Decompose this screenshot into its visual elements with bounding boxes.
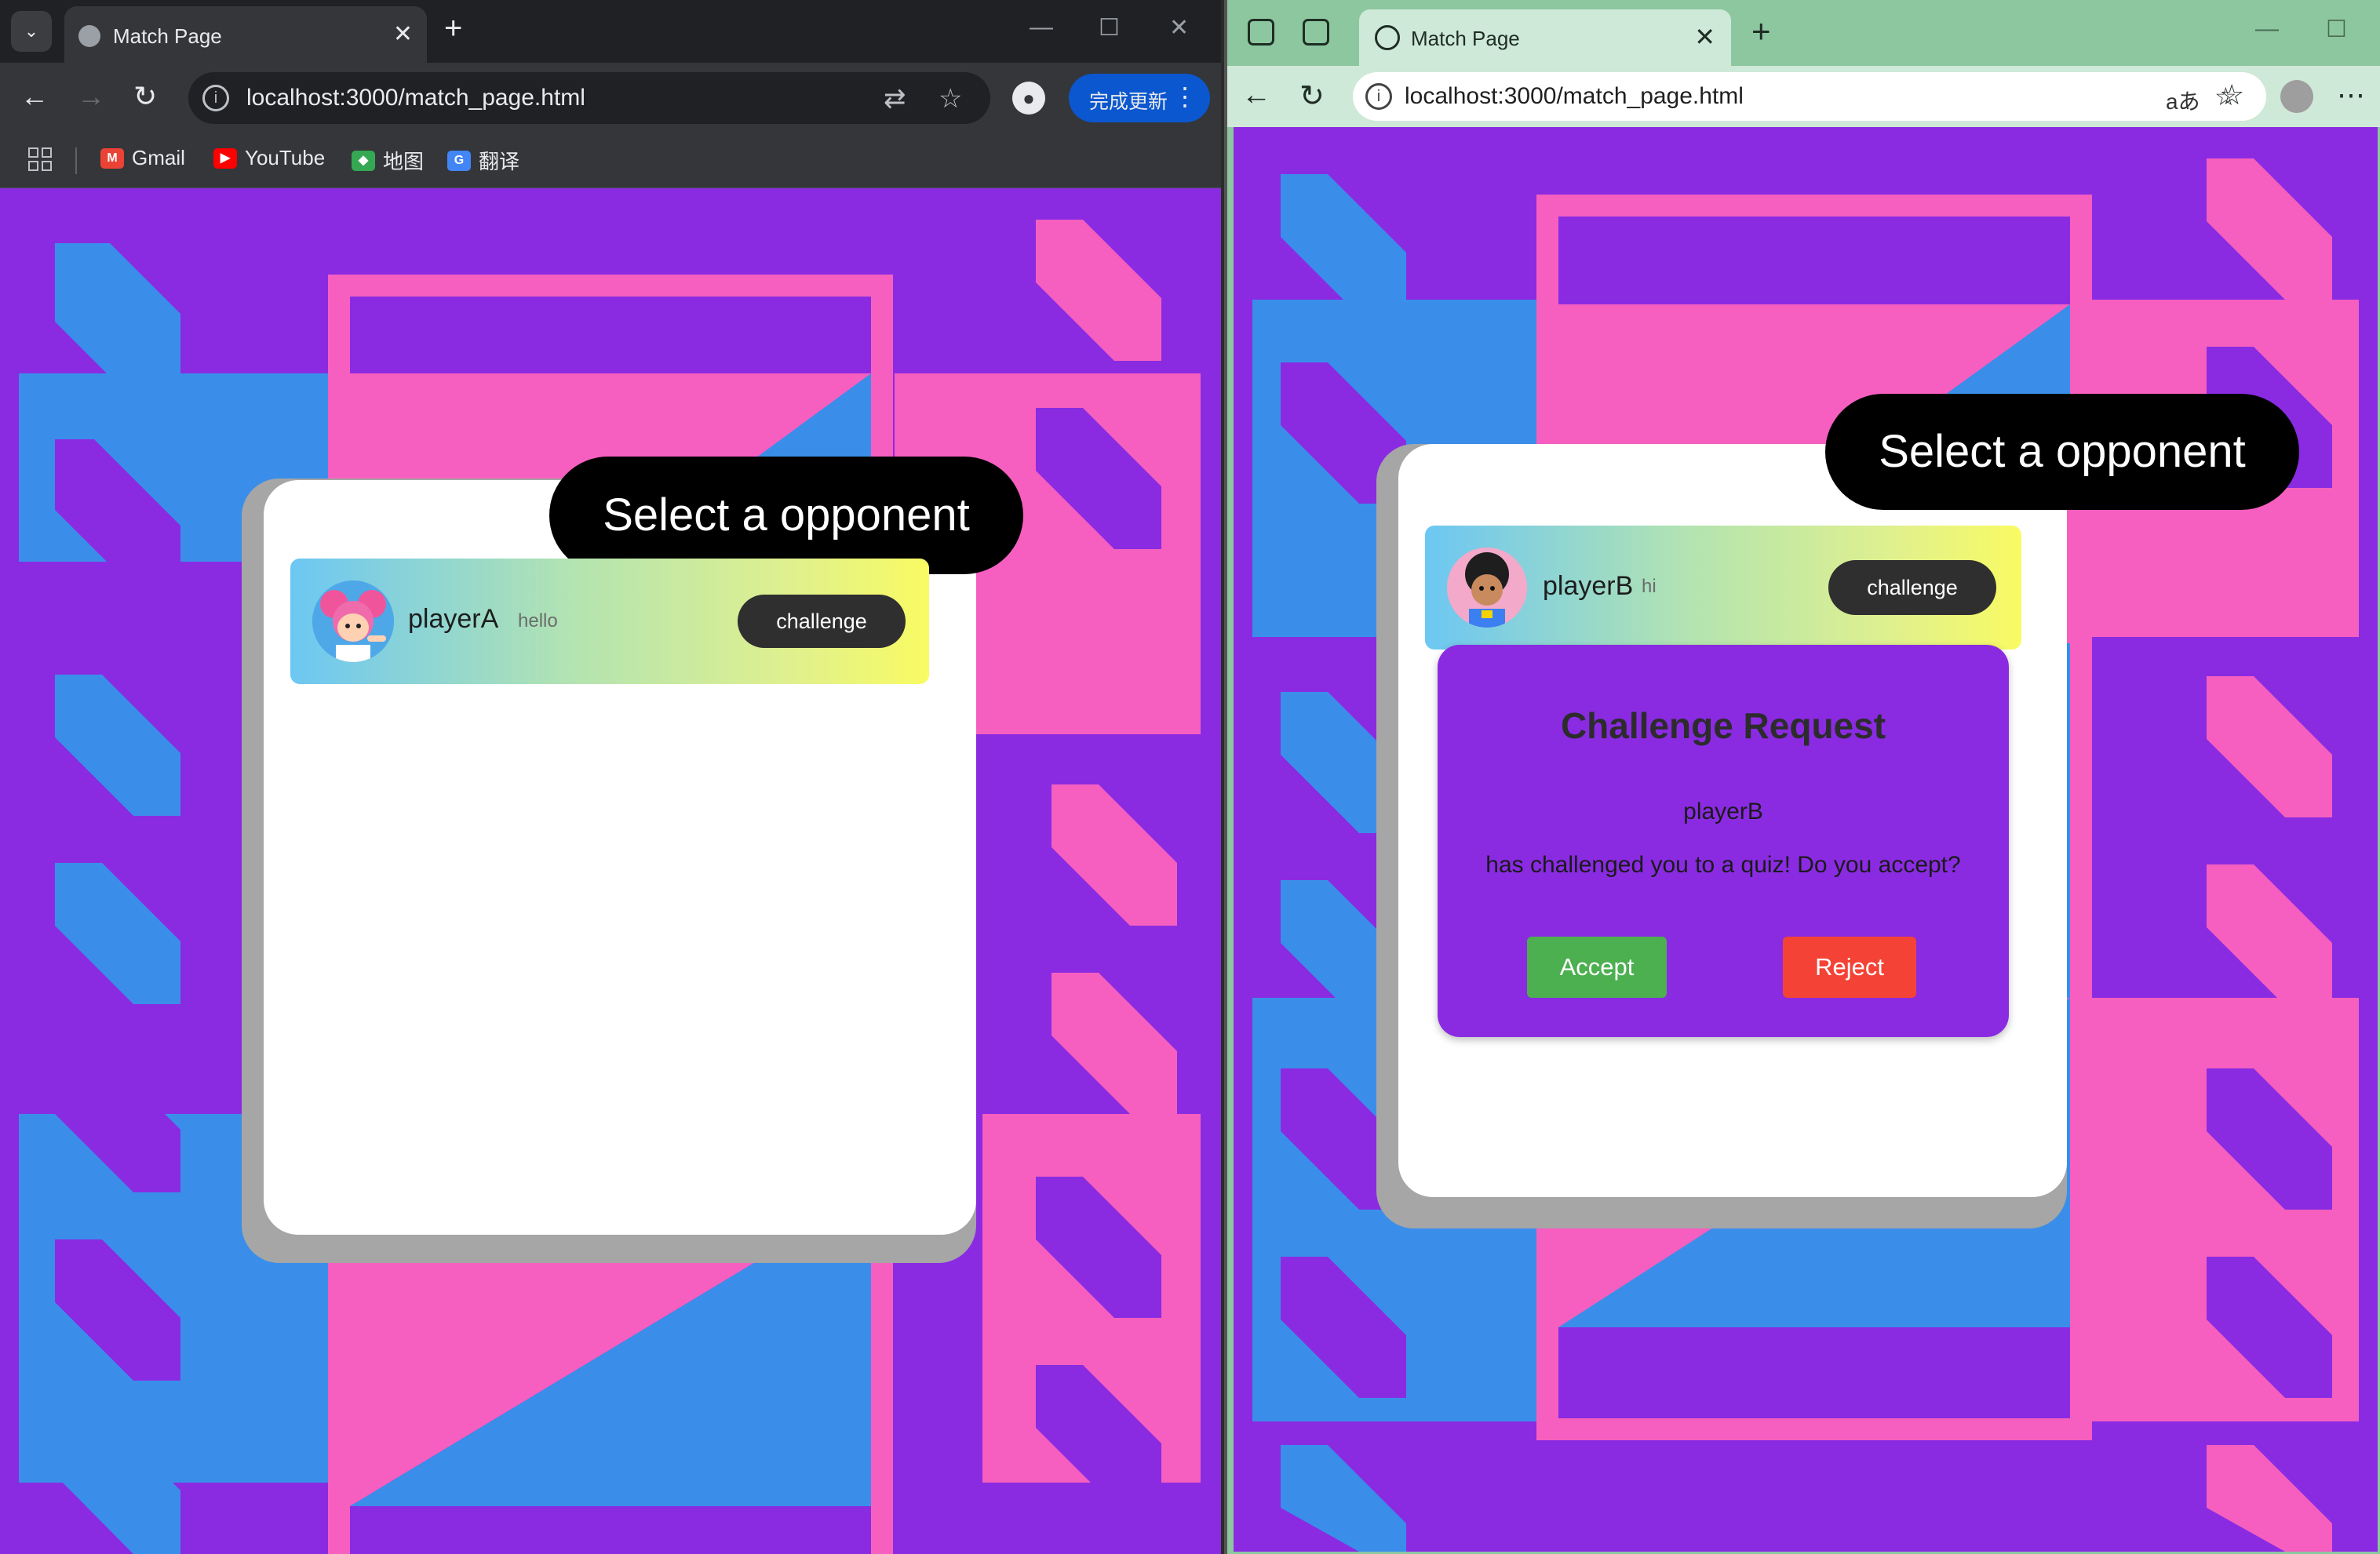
update-button[interactable]: 完成更新 ⋮ bbox=[1069, 74, 1210, 122]
bookmark-label: 地图 bbox=[383, 150, 425, 173]
bookmark-star-icon[interactable]: ☆ bbox=[939, 83, 962, 115]
forward-arrow-icon[interactable]: → bbox=[77, 80, 105, 113]
chrome-toolbar: ← → ↻ i localhost:3000/match_page.html ⇄… bbox=[0, 63, 1221, 133]
address-bar[interactable]: i localhost:3000/match_page.html ⇄ ☆ bbox=[188, 72, 990, 124]
translate-icon[interactable]: ⇄ bbox=[884, 83, 906, 115]
edge-toolbar: ← ↻ i localhost:3000/match_page.html aあ … bbox=[1227, 66, 2380, 127]
select-opponent-title: Select a opponent bbox=[549, 457, 1023, 574]
chrome-page-viewport: Select a opponent playerA hello challeng… bbox=[0, 188, 1221, 1554]
edge-window: Match Page ✕ + — ☐ ← ↻ i localhost:3000/… bbox=[1224, 0, 2380, 1554]
accept-button[interactable]: Accept bbox=[1527, 937, 1667, 998]
challenge-message: has challenged you to a quiz! Do you acc… bbox=[1485, 852, 1961, 878]
back-arrow-icon[interactable]: ← bbox=[1241, 78, 1271, 112]
site-info-icon[interactable]: i bbox=[1365, 83, 1392, 110]
globe-icon bbox=[78, 25, 100, 47]
apps-grid-icon[interactable] bbox=[28, 147, 52, 171]
edge-tab-match-page[interactable]: Match Page ✕ bbox=[1359, 9, 1731, 66]
minimize-icon[interactable]: — bbox=[1030, 14, 1053, 41]
player-status: hi bbox=[1642, 576, 1657, 597]
bookmark-youtube[interactable]: ▶ YouTube bbox=[213, 146, 325, 170]
chrome-tab-match-page[interactable]: Match Page ✕ bbox=[64, 6, 427, 63]
youtube-icon: ▶ bbox=[213, 147, 237, 169]
player-name: playerA bbox=[408, 604, 499, 634]
maximize-icon[interactable]: ☐ bbox=[2326, 16, 2347, 43]
new-tab-plus-icon[interactable]: + bbox=[1751, 13, 1771, 50]
bookmarks-divider bbox=[75, 147, 77, 174]
avatar bbox=[312, 580, 394, 662]
vertical-tabs-icon[interactable] bbox=[1303, 19, 1329, 45]
player-status: hello bbox=[518, 610, 558, 631]
favorites-list-icon[interactable]: ☆ bbox=[2219, 78, 2244, 111]
player-row: playerB hi challenge bbox=[1425, 526, 2021, 650]
challenge-button[interactable]: challenge bbox=[1828, 560, 1996, 615]
select-opponent-title: Select a opponent bbox=[1825, 394, 2299, 510]
gmail-icon: M bbox=[100, 147, 124, 169]
bookmark-label: 翻译 bbox=[479, 150, 520, 173]
url-text[interactable]: localhost:3000/match_page.html bbox=[246, 85, 585, 111]
tab-title: Match Page bbox=[1411, 27, 1520, 50]
close-tab-icon[interactable]: ✕ bbox=[393, 20, 413, 48]
player-name: playerB bbox=[1543, 571, 1634, 601]
workspaces-icon[interactable] bbox=[1248, 19, 1274, 45]
reload-icon[interactable]: ↻ bbox=[1299, 78, 1325, 114]
bookmark-label: Gmail bbox=[132, 146, 185, 169]
dialog-title: Challenge Request bbox=[1560, 705, 1886, 746]
read-aloud-icon[interactable]: aあ bbox=[2166, 85, 2200, 116]
google-translate-icon: G bbox=[447, 150, 471, 171]
kebab-menu-icon[interactable]: ⋮ bbox=[1172, 82, 1197, 111]
profile-avatar-icon[interactable] bbox=[2280, 80, 2313, 113]
chrome-window: ⌄ Match Page ✕ + — ☐ ✕ ← → ↻ i localhost… bbox=[0, 0, 1221, 1554]
player-row: playerA hello challenge bbox=[290, 559, 929, 684]
bookmarks-bar: M Gmail ▶ YouTube ◆ 地图 G 翻译 bbox=[0, 133, 1221, 188]
update-button-label: 完成更新 bbox=[1089, 91, 1168, 113]
challenge-request-dialog: Challenge Request playerB has challenged… bbox=[1438, 645, 2009, 1037]
avatar bbox=[1447, 548, 1527, 628]
tab-title: Match Page bbox=[113, 24, 222, 48]
close-window-icon[interactable]: ✕ bbox=[1169, 14, 1189, 42]
curly-hair-character-icon bbox=[1447, 548, 1527, 628]
bookmark-gmail[interactable]: M Gmail bbox=[100, 146, 185, 170]
tab-search-chevron-icon[interactable]: ⌄ bbox=[11, 11, 52, 52]
more-menu-icon[interactable]: ⋯ bbox=[2337, 78, 2365, 111]
site-info-icon[interactable]: i bbox=[202, 85, 229, 111]
bookmark-label: YouTube bbox=[245, 146, 326, 169]
bookmark-translate[interactable]: G 翻译 bbox=[447, 146, 519, 175]
minimize-icon[interactable]: — bbox=[2255, 16, 2279, 42]
maps-pin-icon: ◆ bbox=[352, 150, 375, 171]
chrome-tab-strip: ⌄ Match Page ✕ + — ☐ ✕ bbox=[0, 0, 1221, 63]
new-tab-plus-icon[interactable]: + bbox=[444, 11, 462, 46]
challenge-button[interactable]: challenge bbox=[738, 595, 906, 648]
back-arrow-icon[interactable]: ← bbox=[20, 80, 49, 113]
reload-icon[interactable]: ↻ bbox=[133, 80, 157, 113]
profile-person-icon[interactable]: ● bbox=[1012, 82, 1045, 115]
edge-page-viewport: Select a opponent playerB hi challenge C… bbox=[1234, 127, 2378, 1552]
globe-icon bbox=[1375, 25, 1400, 50]
reject-button[interactable]: Reject bbox=[1783, 937, 1916, 998]
bookmark-maps[interactable]: ◆ 地图 bbox=[352, 146, 424, 175]
close-tab-icon[interactable]: ✕ bbox=[1694, 22, 1715, 52]
address-bar[interactable]: i localhost:3000/match_page.html aあ ☆ bbox=[1353, 72, 2266, 121]
challenger-name: playerB bbox=[1683, 799, 1763, 824]
maximize-icon[interactable]: ☐ bbox=[1099, 14, 1120, 42]
url-text[interactable]: localhost:3000/match_page.html bbox=[1405, 83, 1744, 110]
edge-tab-strip: Match Page ✕ + — ☐ bbox=[1227, 0, 2380, 66]
pink-hair-character-icon bbox=[312, 580, 394, 662]
